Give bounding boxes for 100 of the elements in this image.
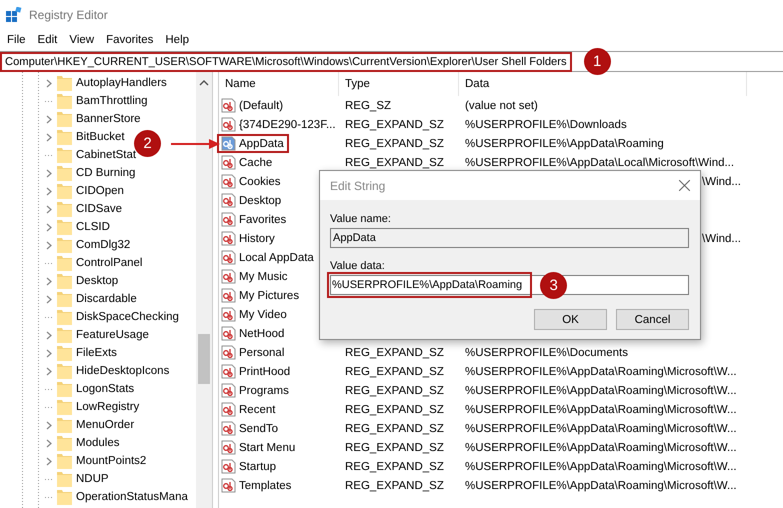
chevron-icon[interactable] — [45, 186, 53, 196]
tree-item[interactable]: MenuOrder — [76, 419, 134, 431]
value-data: %USERPROFILE%\AppData\Roaming\Microsoft\W... — [464, 366, 738, 378]
menu-item[interactable]: File — [1, 34, 32, 46]
tree-item[interactable]: CD Burning — [76, 167, 136, 179]
value-name[interactable]: Start Menu — [217, 438, 300, 457]
value-name[interactable]: Templates — [217, 476, 296, 495]
tree-item[interactable]: ComDlg32 — [76, 239, 130, 251]
folder-icon — [57, 129, 72, 145]
tree-item[interactable]: Discardable — [76, 293, 137, 305]
value-name[interactable]: AppData — [217, 134, 289, 153]
chevron-icon[interactable] — [45, 456, 53, 466]
chevron-icon[interactable] — [45, 276, 53, 286]
column-header[interactable]: Data — [459, 72, 747, 96]
value-name[interactable]: My Pictures — [217, 286, 304, 305]
value-name-field[interactable]: AppData — [330, 228, 689, 248]
tree-item[interactable]: AutoplayHandlers — [76, 77, 167, 89]
folder-icon — [57, 363, 72, 379]
folder-icon — [57, 345, 72, 361]
tree-item[interactable]: CabinetStat — [76, 149, 136, 161]
value-name[interactable]: Programs — [217, 381, 294, 400]
value-data: %USERPROFILE%\Downloads — [464, 118, 628, 130]
tree-item[interactable]: BamThrottling — [76, 95, 148, 107]
chevron-icon[interactable] — [45, 330, 53, 340]
chevron-icon[interactable] — [45, 348, 53, 358]
chevron-icon[interactable] — [45, 438, 53, 448]
folder-icon — [57, 201, 72, 217]
value-name[interactable]: Cookies — [217, 172, 286, 191]
step-badge: 3 — [540, 272, 568, 298]
chevron-icon[interactable] — [45, 132, 53, 142]
tree-item[interactable]: CLSID — [76, 221, 110, 233]
string-value-icon — [221, 250, 236, 265]
chevron-icon[interactable] — [45, 420, 53, 430]
chevron-icon[interactable] — [45, 240, 53, 250]
value-type: REG_EXPAND_SZ — [344, 346, 445, 358]
column-header[interactable]: Type — [339, 72, 459, 96]
chevron-icon[interactable] — [45, 168, 53, 178]
value-name[interactable]: PrintHood — [217, 362, 296, 381]
scroll-up-icon[interactable] — [199, 80, 209, 86]
menu-item[interactable]: Favorites — [100, 34, 160, 46]
tree-item[interactable]: CIDSave — [76, 203, 122, 215]
step-badge: 1 — [584, 48, 611, 75]
string-value-icon — [221, 345, 236, 360]
value-name[interactable]: Local AppData — [217, 248, 319, 267]
menu-item[interactable]: View — [63, 34, 100, 46]
value-name[interactable]: NetHood — [217, 324, 290, 343]
tree-item[interactable]: CIDOpen — [76, 185, 124, 197]
value-name[interactable]: Personal — [217, 343, 290, 362]
dialog-button[interactable]: Cancel — [616, 309, 689, 330]
value-name[interactable]: History — [217, 229, 280, 248]
value-name[interactable]: {374DE290-123F... — [217, 115, 341, 134]
tree-item[interactable]: FileExts — [76, 347, 117, 359]
tree-item[interactable]: LogonStats — [76, 383, 134, 395]
chevron-icon[interactable] — [45, 222, 53, 232]
value-name[interactable]: SendTo — [217, 419, 284, 438]
tree-item[interactable]: HideDesktopIcons — [76, 365, 170, 377]
tree-item[interactable]: DiskSpaceChecking — [76, 311, 179, 323]
tree-item[interactable]: BannerStore — [76, 113, 141, 125]
value-name[interactable]: Desktop — [217, 191, 286, 210]
chevron-icon[interactable] — [45, 78, 53, 88]
chevron-icon[interactable] — [45, 204, 53, 214]
value-type: REG_EXPAND_SZ — [344, 156, 445, 168]
folder-icon — [57, 165, 72, 181]
value-name[interactable]: (Default) — [217, 96, 288, 115]
scroll-thumb[interactable] — [198, 334, 210, 384]
value-data: %USERPROFILE%\Documents — [464, 346, 629, 358]
chevron-icon[interactable] — [45, 294, 53, 304]
value-data-text: %USERPROFILE%\AppData\Roaming — [327, 272, 532, 298]
dialog-button[interactable]: OK — [534, 309, 607, 330]
tree-item[interactable]: MountPoints2 — [76, 455, 146, 467]
string-value-icon — [221, 231, 236, 246]
folder-icon — [57, 291, 72, 307]
tree-item[interactable]: BitBucket — [76, 131, 125, 143]
address-path[interactable]: Computer\HKEY_CURRENT_USER\SOFTWARE\Microsoft\Windows\CurrentVersion\Explorer\User Shell Folders — [0, 52, 572, 72]
tree-item[interactable]: OperationStatusMana — [76, 491, 188, 503]
chevron-icon[interactable] — [45, 366, 53, 376]
menu-item[interactable]: Help — [159, 34, 196, 46]
close-icon[interactable] — [679, 180, 690, 191]
tree-item[interactable]: LowRegistry — [76, 401, 140, 413]
value-data: %USERPROFILE%\AppData\Roaming\Microsoft\W... — [464, 480, 738, 492]
tree-item[interactable]: FeatureUsage — [76, 329, 149, 341]
folder-icon — [57, 111, 72, 127]
string-value-icon — [221, 136, 236, 151]
value-name[interactable]: My Video — [217, 305, 292, 324]
value-name[interactable]: Startup — [217, 457, 282, 476]
value-name[interactable]: Cache — [217, 153, 278, 172]
value-name[interactable]: Recent — [217, 400, 280, 419]
value-name[interactable]: Favorites — [217, 210, 292, 229]
folder-icon — [57, 273, 72, 289]
tree-item[interactable]: ControlPanel — [76, 257, 142, 269]
tree-item[interactable]: Modules — [76, 437, 120, 449]
tree-item[interactable]: NDUP — [76, 473, 109, 485]
chevron-icon[interactable] — [45, 114, 53, 124]
column-header[interactable]: Name — [219, 72, 339, 96]
folder-icon — [57, 471, 72, 487]
scrollbar[interactable] — [196, 72, 212, 508]
value-type: REG_EXPAND_SZ — [344, 384, 445, 396]
tree-item[interactable]: Desktop — [76, 275, 118, 287]
value-name[interactable]: My Music — [217, 267, 293, 286]
menu-item[interactable]: Edit — [32, 34, 64, 46]
